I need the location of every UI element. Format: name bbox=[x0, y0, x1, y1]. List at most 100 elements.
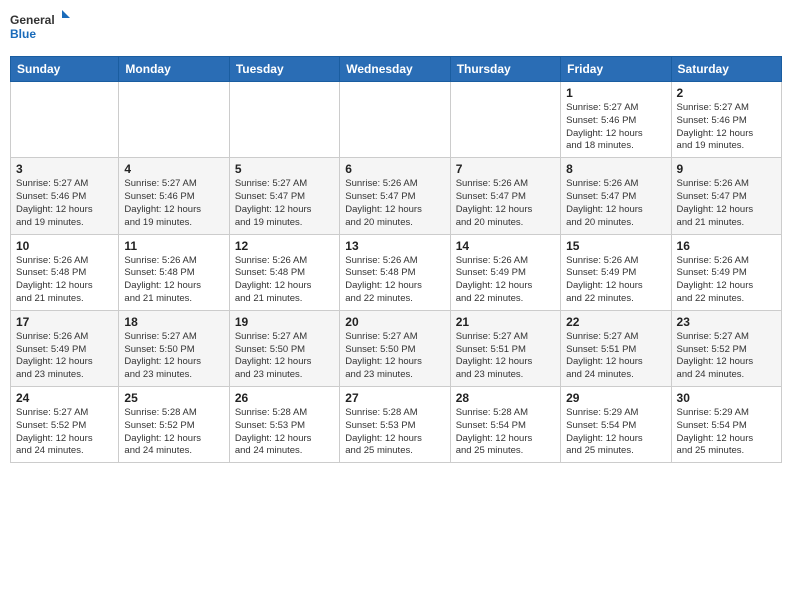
day-number: 15 bbox=[566, 239, 665, 253]
calendar-cell: 14 Sunrise: 5:26 AMSunset: 5:49 PMDayligh… bbox=[450, 234, 560, 310]
day-number: 22 bbox=[566, 315, 665, 329]
calendar-cell: 28 Sunrise: 5:28 AMSunset: 5:54 PMDayligh… bbox=[450, 387, 560, 463]
day-number: 7 bbox=[456, 162, 555, 176]
day-number: 3 bbox=[16, 162, 113, 176]
calendar-cell bbox=[450, 82, 560, 158]
logo: General Blue bbox=[10, 10, 70, 48]
day-info: Sunrise: 5:27 AMSunset: 5:50 PMDaylight:… bbox=[345, 331, 444, 382]
day-info: Sunrise: 5:28 AMSunset: 5:53 PMDaylight:… bbox=[345, 407, 444, 458]
day-number: 9 bbox=[677, 162, 776, 176]
day-number: 14 bbox=[456, 239, 555, 253]
day-number: 10 bbox=[16, 239, 113, 253]
day-info: Sunrise: 5:27 AMSunset: 5:52 PMDaylight:… bbox=[677, 331, 776, 382]
calendar-cell: 1Sunrise: 5:27 AMSunset: 5:46 PMDaylight… bbox=[561, 82, 671, 158]
calendar-cell: 10Sunrise: 5:26 AMSunset: 5:48 PMDayligh… bbox=[11, 234, 119, 310]
calendar-cell: 13 Sunrise: 5:26 AMSunset: 5:48 PMDayligh… bbox=[340, 234, 450, 310]
day-number: 25 bbox=[124, 391, 223, 405]
calendar-cell: 26 Sunrise: 5:28 AMSunset: 5:53 PMDayligh… bbox=[229, 387, 339, 463]
day-info: Sunrise: 5:27 AMSunset: 5:46 PMDaylight:… bbox=[677, 102, 776, 153]
day-number: 29 bbox=[566, 391, 665, 405]
calendar-cell: 16Sunrise: 5:26 AMSunset: 5:49 PMDayligh… bbox=[671, 234, 781, 310]
calendar-cell: 11 Sunrise: 5:26 AMSunset: 5:48 PMDayligh… bbox=[119, 234, 229, 310]
svg-text:General: General bbox=[10, 13, 55, 27]
day-number: 26 bbox=[235, 391, 334, 405]
calendar-week-row: 3 Sunrise: 5:27 AMSunset: 5:46 PMDaylight… bbox=[11, 158, 782, 234]
day-info: Sunrise: 5:27 AMSunset: 5:46 PMDaylight:… bbox=[16, 178, 113, 229]
calendar-cell: 9 Sunrise: 5:26 AMSunset: 5:47 PMDaylight… bbox=[671, 158, 781, 234]
day-info: Sunrise: 5:27 AMSunset: 5:50 PMDaylight:… bbox=[235, 331, 334, 382]
calendar-cell: 25 Sunrise: 5:28 AMSunset: 5:52 PMDayligh… bbox=[119, 387, 229, 463]
calendar-header-friday: Friday bbox=[561, 57, 671, 82]
calendar-cell: 29Sunrise: 5:29 AMSunset: 5:54 PMDayligh… bbox=[561, 387, 671, 463]
day-info: Sunrise: 5:28 AMSunset: 5:54 PMDaylight:… bbox=[456, 407, 555, 458]
calendar-cell: 22 Sunrise: 5:27 AMSunset: 5:51 PMDayligh… bbox=[561, 310, 671, 386]
calendar: SundayMondayTuesdayWednesdayThursdayFrid… bbox=[10, 56, 782, 463]
day-info: Sunrise: 5:26 AMSunset: 5:49 PMDaylight:… bbox=[677, 255, 776, 306]
day-number: 19 bbox=[235, 315, 334, 329]
day-number: 23 bbox=[677, 315, 776, 329]
calendar-cell bbox=[229, 82, 339, 158]
day-number: 6 bbox=[345, 162, 444, 176]
day-number: 4 bbox=[124, 162, 223, 176]
calendar-cell: 3 Sunrise: 5:27 AMSunset: 5:46 PMDaylight… bbox=[11, 158, 119, 234]
day-number: 21 bbox=[456, 315, 555, 329]
day-info: Sunrise: 5:26 AMSunset: 5:49 PMDaylight:… bbox=[16, 331, 113, 382]
calendar-cell: 19 Sunrise: 5:27 AMSunset: 5:50 PMDayligh… bbox=[229, 310, 339, 386]
calendar-cell: 2Sunrise: 5:27 AMSunset: 5:46 PMDaylight… bbox=[671, 82, 781, 158]
day-info: Sunrise: 5:27 AMSunset: 5:51 PMDaylight:… bbox=[456, 331, 555, 382]
calendar-cell bbox=[119, 82, 229, 158]
day-number: 28 bbox=[456, 391, 555, 405]
svg-text:Blue: Blue bbox=[10, 27, 36, 41]
calendar-cell: 17 Sunrise: 5:26 AMSunset: 5:49 PMDayligh… bbox=[11, 310, 119, 386]
calendar-cell: 7 Sunrise: 5:26 AMSunset: 5:47 PMDaylight… bbox=[450, 158, 560, 234]
calendar-week-row: 24 Sunrise: 5:27 AMSunset: 5:52 PMDayligh… bbox=[11, 387, 782, 463]
day-info: Sunrise: 5:26 AMSunset: 5:49 PMDaylight:… bbox=[456, 255, 555, 306]
calendar-cell: 24 Sunrise: 5:27 AMSunset: 5:52 PMDayligh… bbox=[11, 387, 119, 463]
day-info: Sunrise: 5:27 AMSunset: 5:47 PMDaylight:… bbox=[235, 178, 334, 229]
calendar-cell: 27 Sunrise: 5:28 AMSunset: 5:53 PMDayligh… bbox=[340, 387, 450, 463]
day-info: Sunrise: 5:27 AMSunset: 5:52 PMDaylight:… bbox=[16, 407, 113, 458]
day-number: 12 bbox=[235, 239, 334, 253]
calendar-cell: 8 Sunrise: 5:26 AMSunset: 5:47 PMDaylight… bbox=[561, 158, 671, 234]
calendar-cell: 4 Sunrise: 5:27 AMSunset: 5:46 PMDaylight… bbox=[119, 158, 229, 234]
day-number: 13 bbox=[345, 239, 444, 253]
day-info: Sunrise: 5:26 AMSunset: 5:47 PMDaylight:… bbox=[345, 178, 444, 229]
day-number: 1 bbox=[566, 86, 665, 100]
calendar-header-tuesday: Tuesday bbox=[229, 57, 339, 82]
day-info: Sunrise: 5:26 AMSunset: 5:48 PMDaylight:… bbox=[235, 255, 334, 306]
day-info: Sunrise: 5:26 AMSunset: 5:47 PMDaylight:… bbox=[677, 178, 776, 229]
calendar-week-row: 1 Sunrise: 5:27 AMSunset: 5:46 PMDaylight… bbox=[11, 82, 782, 158]
calendar-cell: 23 Sunrise: 5:27 AMSunset: 5:52 PMDayligh… bbox=[671, 310, 781, 386]
day-number: 8 bbox=[566, 162, 665, 176]
calendar-header-thursday: Thursday bbox=[450, 57, 560, 82]
day-info: Sunrise: 5:29 AMSunset: 5:54 PMDaylight:… bbox=[677, 407, 776, 458]
day-info: Sunrise: 5:26 AMSunset: 5:48 PMDaylight:… bbox=[124, 255, 223, 306]
day-number: 27 bbox=[345, 391, 444, 405]
logo-svg: General Blue bbox=[10, 10, 70, 48]
day-number: 5 bbox=[235, 162, 334, 176]
day-number: 24 bbox=[16, 391, 113, 405]
day-info: Sunrise: 5:26 AMSunset: 5:47 PMDaylight:… bbox=[456, 178, 555, 229]
calendar-header-row: SundayMondayTuesdayWednesdayThursdayFrid… bbox=[11, 57, 782, 82]
calendar-cell: 21 Sunrise: 5:27 AMSunset: 5:51 PMDayligh… bbox=[450, 310, 560, 386]
calendar-header-wednesday: Wednesday bbox=[340, 57, 450, 82]
day-info: Sunrise: 5:27 AMSunset: 5:46 PMDaylight:… bbox=[124, 178, 223, 229]
day-info: Sunrise: 5:27 AMSunset: 5:50 PMDaylight:… bbox=[124, 331, 223, 382]
calendar-cell: 12 Sunrise: 5:26 AMSunset: 5:48 PMDayligh… bbox=[229, 234, 339, 310]
day-info: Sunrise: 5:26 AMSunset: 5:49 PMDaylight:… bbox=[566, 255, 665, 306]
calendar-week-row: 10 Sunrise: 5:26 AMSunset: 5:48 PMDayligh… bbox=[11, 234, 782, 310]
day-info: Sunrise: 5:26 AMSunset: 5:48 PMDaylight:… bbox=[345, 255, 444, 306]
day-number: 20 bbox=[345, 315, 444, 329]
calendar-cell: 5 Sunrise: 5:27 AMSunset: 5:47 PMDaylight… bbox=[229, 158, 339, 234]
day-info: Sunrise: 5:28 AMSunset: 5:52 PMDaylight:… bbox=[124, 407, 223, 458]
calendar-header-monday: Monday bbox=[119, 57, 229, 82]
calendar-cell: 18Sunrise: 5:27 AMSunset: 5:50 PMDayligh… bbox=[119, 310, 229, 386]
day-info: Sunrise: 5:26 AMSunset: 5:47 PMDaylight:… bbox=[566, 178, 665, 229]
day-number: 11 bbox=[124, 239, 223, 253]
day-info: Sunrise: 5:28 AMSunset: 5:53 PMDaylight:… bbox=[235, 407, 334, 458]
calendar-cell: 20 Sunrise: 5:27 AMSunset: 5:50 PMDayligh… bbox=[340, 310, 450, 386]
day-info: Sunrise: 5:27 AMSunset: 5:51 PMDaylight:… bbox=[566, 331, 665, 382]
day-number: 17 bbox=[16, 315, 113, 329]
calendar-cell bbox=[11, 82, 119, 158]
calendar-week-row: 17 Sunrise: 5:26 AMSunset: 5:49 PMDayligh… bbox=[11, 310, 782, 386]
